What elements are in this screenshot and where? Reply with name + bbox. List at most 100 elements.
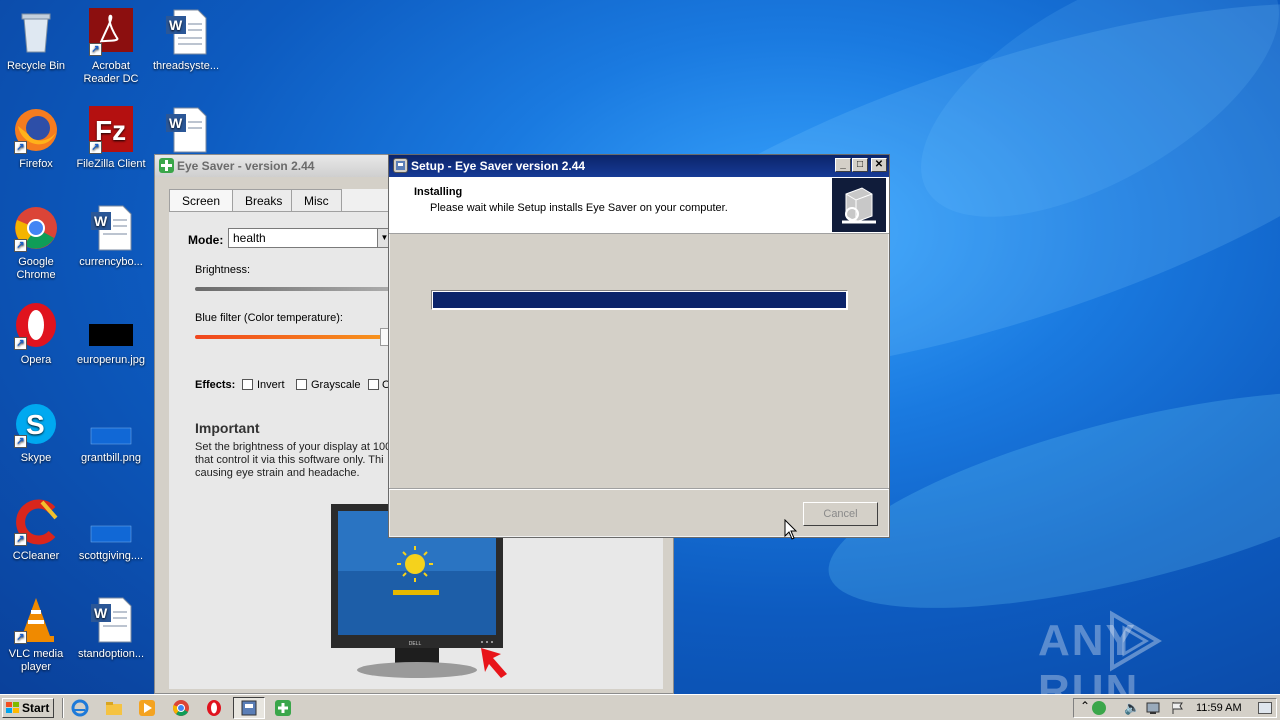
vlc-cone-icon: ↗ <box>12 596 60 644</box>
chrome-taskbar-icon[interactable] <box>172 699 190 717</box>
eye-saver-tray-icon[interactable] <box>1092 701 1106 715</box>
desktop-icon-scottgiving[interactable]: scottgiving.... <box>74 498 148 563</box>
shortcut-arrow-icon: ↗ <box>14 141 27 154</box>
ccleaner-icon: ↗ <box>12 498 60 546</box>
start-button[interactable]: Start <box>2 698 54 718</box>
desktop-icon-threadsyste[interactable]: W threadsyste... <box>149 8 223 73</box>
acrobat-icon: ↗ <box>87 8 135 56</box>
word-document-icon: W <box>162 8 210 56</box>
desktop-icon-document[interactable]: W <box>149 106 223 158</box>
taskbar-divider <box>62 698 64 718</box>
red-arrow-icon <box>479 644 519 684</box>
desktop-icon-acrobat[interactable]: ↗ Acrobat Reader DC <box>74 8 148 86</box>
desktop-icon-recycle-bin[interactable]: Recycle Bin <box>0 8 73 73</box>
icon-label: FileZilla Client <box>76 158 146 170</box>
setup-title: Setup - Eye Saver version 2.44 <box>411 159 586 173</box>
cancel-button[interactable]: Cancel <box>803 502 878 526</box>
icon-label: VLC media player <box>8 648 64 673</box>
volume-icon[interactable]: 🔈 <box>1124 700 1140 716</box>
install-progress-bar <box>431 290 848 310</box>
brightness-slider[interactable] <box>195 287 405 291</box>
icon-label: currencybo... <box>79 256 143 268</box>
important-heading: Important <box>195 420 260 436</box>
desktop-icon-ccleaner[interactable]: ↗ CCleaner <box>0 498 73 563</box>
shortcut-arrow-icon: ↗ <box>14 435 27 448</box>
svg-text:W: W <box>169 17 183 33</box>
grayscale-checkbox[interactable] <box>296 379 307 390</box>
desktop-icon-currencybo[interactable]: W currencybo... <box>74 204 148 269</box>
setup-titlebar[interactable]: Setup - Eye Saver version 2.44 _ □ ✕ <box>389 155 889 177</box>
icon-label: Skype <box>20 452 52 464</box>
desktop-icon-vlc[interactable]: ↗ VLC media player <box>0 596 73 674</box>
svg-text:S: S <box>26 409 45 440</box>
word-document-icon: W <box>87 204 135 252</box>
desktop-icon-skype[interactable]: S ↗ Skype <box>0 400 73 465</box>
tab-breaks[interactable]: Breaks <box>232 189 296 211</box>
shortcut-arrow-icon: ↗ <box>89 141 102 154</box>
important-text: Set the brightness of your display at 10… <box>195 441 391 480</box>
shortcut-arrow-icon: ↗ <box>14 337 27 350</box>
taskbar: Start ⌃ 🔈 11:59 AM <box>0 694 1280 720</box>
desktop-icon-opera[interactable]: ↗ Opera <box>0 302 73 367</box>
desktop-icon-filezilla[interactable]: Fz ↗ FileZilla Client <box>74 106 148 171</box>
icon-label: Opera <box>20 354 52 366</box>
maximize-button[interactable]: □ <box>852 158 868 172</box>
setup-app-icon <box>393 158 408 173</box>
internet-explorer-icon[interactable] <box>71 699 89 717</box>
invert-label: Invert <box>257 379 285 391</box>
important-line: Set the brightness of your display at 10… <box>195 441 392 453</box>
icon-label: Acrobat Reader DC <box>83 60 139 85</box>
firefox-icon: ↗ <box>12 106 60 154</box>
show-desktop-icon[interactable] <box>1258 702 1272 714</box>
recycle-bin-icon <box>12 8 60 56</box>
mode-label: Mode: <box>188 233 224 247</box>
tab-screen[interactable]: Screen <box>169 189 234 213</box>
close-button[interactable]: ✕ <box>871 158 887 172</box>
svg-text:W: W <box>94 213 108 229</box>
brightness-label: Brightness: <box>195 264 251 276</box>
setup-dialog[interactable]: Setup - Eye Saver version 2.44 _ □ ✕ Ins… <box>388 154 890 538</box>
tab-misc[interactable]: Misc <box>291 189 342 211</box>
setup-heading: Installing <box>414 186 463 198</box>
minimize-button[interactable]: _ <box>835 158 851 172</box>
eye-saver-title: Eye Saver - version 2.44 <box>177 159 315 173</box>
setup-subheading: Please wait while Setup installs Eye Sav… <box>430 202 728 214</box>
file-explorer-icon[interactable] <box>105 699 123 717</box>
opera-taskbar-icon[interactable] <box>205 699 223 717</box>
invert-checkbox[interactable] <box>242 379 253 390</box>
image-thumbnail-icon <box>87 400 135 448</box>
windows-logo-icon <box>6 702 19 714</box>
desktop-icon-firefox[interactable]: ↗ Firefox <box>0 106 73 171</box>
desktop-icon-chrome[interactable]: ↗ Google Chrome <box>0 204 73 282</box>
svg-text:W: W <box>94 605 108 621</box>
icon-label: Google Chrome <box>16 256 56 281</box>
eye-saver-taskbar-icon[interactable] <box>274 699 292 717</box>
system-tray: 🔈 11:59 AM <box>1073 698 1277 718</box>
skype-icon: S ↗ <box>12 400 60 448</box>
desktop-icon-standoption[interactable]: W standoption... <box>74 596 148 661</box>
clock[interactable]: 11:59 AM <box>1196 702 1242 714</box>
footer-separator <box>389 488 889 490</box>
icon-label: scottgiving.... <box>78 550 144 562</box>
word-document-icon: W <box>162 106 210 154</box>
icon-label: europerun.jpg <box>77 354 145 366</box>
third-effect-checkbox[interactable] <box>368 379 379 390</box>
icon-label: Recycle Bin <box>6 60 66 72</box>
mode-select[interactable]: health ▼ <box>228 228 392 248</box>
image-thumbnail-icon <box>87 302 135 350</box>
svg-text:DELL: DELL <box>409 641 422 647</box>
blue-filter-slider[interactable] <box>195 335 385 339</box>
effects-label: Effects: <box>195 379 236 391</box>
start-label: Start <box>22 701 50 715</box>
shortcut-arrow-icon: ↗ <box>14 533 27 546</box>
mode-select-value: health <box>233 231 266 245</box>
desktop-icon-grantbill[interactable]: grantbill.png <box>74 400 148 465</box>
word-document-icon: W <box>87 596 135 644</box>
desktop-icon-europerun[interactable]: europerun.jpg <box>74 302 148 367</box>
action-center-flag-icon[interactable] <box>1170 701 1184 715</box>
icon-label: CCleaner <box>12 550 60 562</box>
taskbar-setup-button[interactable] <box>233 697 265 719</box>
network-icon[interactable] <box>1146 701 1160 715</box>
media-player-icon[interactable] <box>138 699 156 717</box>
shortcut-arrow-icon: ↗ <box>14 631 27 644</box>
